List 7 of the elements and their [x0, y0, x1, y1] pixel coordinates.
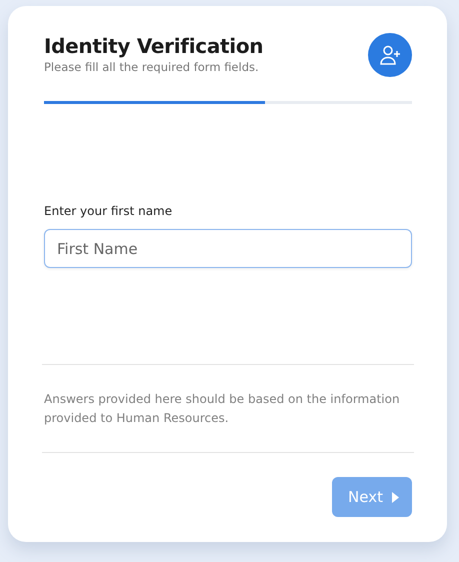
info-note: Answers provided here should be based on the information provided to Human Resources.: [44, 391, 401, 427]
caret-icon: [392, 492, 399, 502]
first-name-field[interactable]: First Name: [44, 229, 412, 268]
form-title: Identity Verification: [44, 33, 264, 60]
field-label: Enter your first name: [44, 204, 172, 218]
add-user-icon: [368, 33, 412, 77]
form-subtitle: Please fill all the required form fields.: [44, 60, 260, 74]
